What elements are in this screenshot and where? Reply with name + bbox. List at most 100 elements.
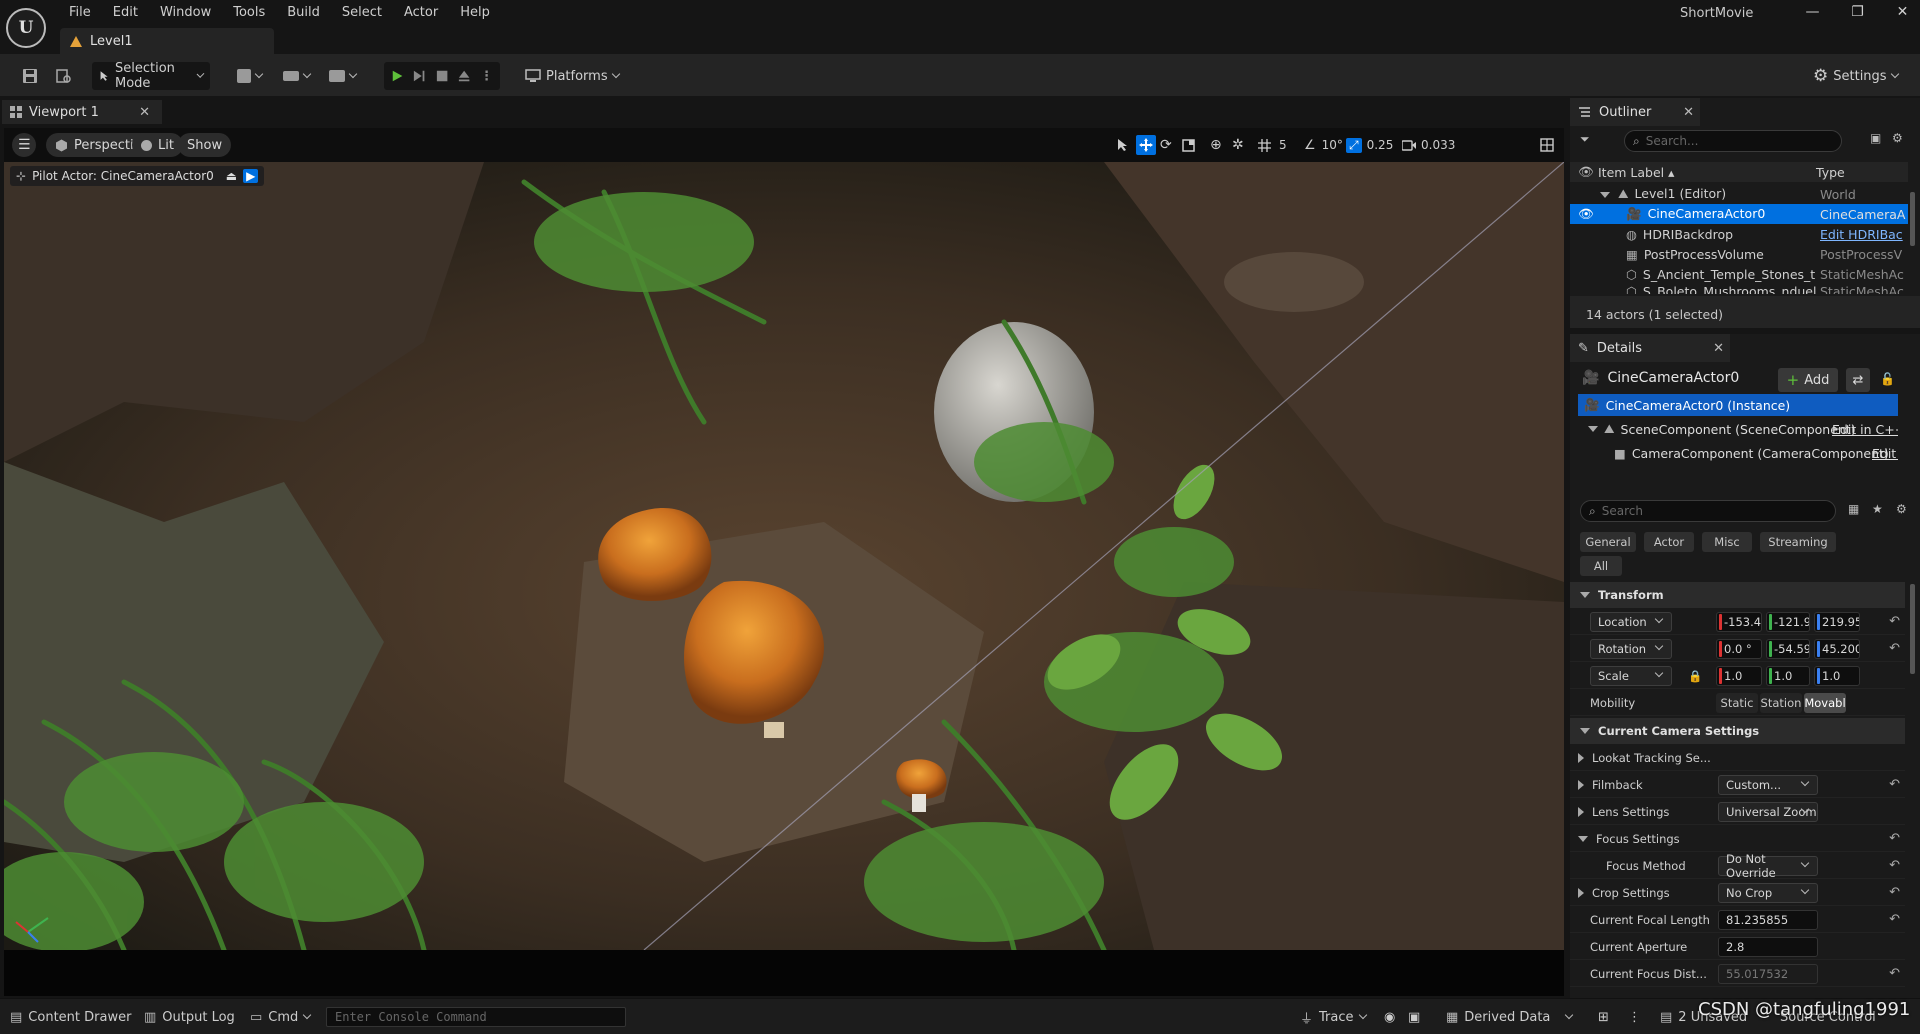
menu-actor[interactable]: Actor — [393, 5, 449, 20]
outliner-search[interactable]: ⌕ Search... — [1624, 130, 1842, 152]
filmback-dropdown[interactable]: Custom... — [1718, 774, 1818, 795]
scale-tool-icon[interactable] — [1182, 135, 1195, 155]
rotate-tool-icon[interactable]: ⟳ — [1160, 135, 1172, 155]
reset-focus-distance-icon[interactable]: ↶ — [1889, 966, 1900, 981]
outliner-row[interactable]: ◍ HDRIBackdrop Edit HDRIBac — [1570, 224, 1908, 244]
details-tab[interactable]: ✎ Details ✕ — [1570, 334, 1730, 362]
rotation-snap-toggle[interactable]: ∠ 10° — [1304, 135, 1343, 155]
close-outliner-icon[interactable]: ✕ — [1683, 105, 1694, 120]
details-scrollbar[interactable] — [1910, 584, 1915, 674]
menu-file[interactable]: File — [58, 5, 102, 20]
browse-content-icon[interactable] — [48, 62, 80, 90]
visibility-icon[interactable]: 👁 — [1578, 206, 1594, 222]
location-y-field[interactable]: -121.9 — [1766, 611, 1810, 632]
camera-speed-button[interactable]: 0.033 — [1402, 135, 1455, 155]
add-folder-icon[interactable]: ▣ — [1870, 131, 1881, 145]
lookat-row[interactable]: Lookat Tracking Se... — [1570, 745, 1905, 771]
derived-data-dropdown[interactable]: ▦ Derived Data — [1446, 1007, 1574, 1027]
filter-general[interactable]: General — [1580, 532, 1636, 552]
more-options-icon[interactable]: ⋮ — [480, 69, 493, 84]
cmd-dropdown[interactable]: ▭ Cmd — [250, 1007, 312, 1027]
level-tab[interactable]: Level1 — [60, 28, 274, 54]
location-x-field[interactable]: -153.47 — [1716, 611, 1762, 632]
menu-help[interactable]: Help — [449, 5, 501, 20]
location-z-field[interactable]: 219.956 — [1814, 611, 1860, 632]
filter-streaming[interactable]: Streaming — [1760, 532, 1836, 552]
rotation-z-field[interactable]: 45.200 — [1814, 638, 1860, 659]
blueprint-dropdown[interactable] — [276, 62, 317, 90]
outliner-row[interactable]: ⛰ Level1 (Editor) World — [1570, 184, 1908, 204]
focus-method-dropdown[interactable]: Do Not Override — [1718, 852, 1818, 880]
unreal-logo-icon[interactable]: U — [6, 8, 46, 48]
viewport-tab[interactable]: Viewport 1 ✕ — [2, 100, 162, 124]
restore-icon[interactable]: ❐ — [1835, 1, 1880, 23]
outliner-row[interactable]: ▦ PostProcessVolume PostProcessV — [1570, 244, 1908, 264]
viewport-layout-icon[interactable] — [1540, 135, 1554, 155]
details-search[interactable]: ⌕ Search — [1580, 500, 1836, 522]
content-drawer-button[interactable]: ▤ Content Drawer — [10, 1007, 131, 1027]
step-icon[interactable] — [413, 69, 425, 83]
menu-tools[interactable]: Tools — [222, 5, 276, 20]
close-window-icon[interactable]: ✕ — [1880, 1, 1920, 23]
scale-z-field[interactable]: 1.0 — [1814, 665, 1860, 686]
selection-mode-dropdown[interactable]: Selection Mode — [92, 61, 210, 91]
outliner-scrollbar[interactable] — [1910, 192, 1915, 246]
reset-focus-icon[interactable]: ↶ — [1889, 831, 1900, 846]
rotation-dropdown[interactable]: Rotation — [1590, 638, 1672, 659]
rotation-y-field[interactable]: -54.59 — [1766, 638, 1810, 659]
save-icon[interactable] — [14, 62, 46, 90]
menu-edit[interactable]: Edit — [102, 5, 149, 20]
component-row-camera[interactable]: ■ CameraComponent (CameraComponent) Edit… — [1578, 442, 1898, 464]
platforms-dropdown[interactable]: Platforms — [518, 62, 626, 90]
crop-settings-dropdown[interactable]: No Crop — [1718, 882, 1818, 903]
close-tab-icon[interactable]: ✕ — [139, 105, 150, 120]
output-log-button[interactable]: ▥ Output Log — [144, 1007, 235, 1027]
trace-dropdown[interactable]: ⏚ Trace — [1300, 1007, 1367, 1027]
move-tool-icon[interactable] — [1136, 135, 1156, 155]
outliner-settings-icon[interactable]: ⚙ — [1892, 131, 1903, 145]
surface-snap-icon[interactable]: ✲ — [1232, 135, 1244, 155]
scale-y-field[interactable]: 1.0 — [1766, 665, 1810, 686]
status-more-icon[interactable]: ⋮ — [1628, 1007, 1641, 1027]
menu-window[interactable]: Window — [149, 5, 222, 20]
outliner-row[interactable]: ⬡ S_Ancient_Temple_Stones_t StaticMeshAc — [1570, 264, 1908, 284]
viewport-scene-image[interactable]: ⊹ Pilot Actor: CineCameraActor0 ⏏ ▶ — [4, 162, 1564, 950]
menu-select[interactable]: Select — [331, 5, 393, 20]
scale-dropdown[interactable]: Scale — [1590, 665, 1672, 686]
close-details-icon[interactable]: ✕ — [1713, 341, 1724, 356]
favorite-star-icon[interactable]: ★ — [1872, 502, 1883, 516]
record-icon[interactable]: ◉ — [1384, 1007, 1395, 1027]
snapshot-icon[interactable]: ▣ — [1408, 1007, 1420, 1027]
cinematics-dropdown[interactable] — [322, 62, 363, 90]
location-dropdown[interactable]: Location — [1590, 611, 1672, 632]
reset-focus-method-icon[interactable]: ↶ — [1889, 858, 1900, 873]
mobility-movable[interactable]: Movabl — [1804, 693, 1846, 713]
transform-section[interactable]: Transform — [1570, 582, 1905, 608]
minimize-icon[interactable]: — — [1790, 1, 1835, 23]
lock-icon[interactable]: 🔓 — [1880, 372, 1895, 386]
mobility-stationary[interactable]: Station — [1760, 693, 1802, 713]
component-row-instance[interactable]: 🎥 CineCameraActor0 (Instance) — [1578, 394, 1898, 416]
camera-settings-section[interactable]: Current Camera Settings — [1570, 718, 1905, 744]
reset-location-icon[interactable]: ↶ — [1889, 614, 1900, 629]
viewport-menu-icon[interactable]: ☰ — [12, 133, 36, 157]
stop-icon[interactable] — [436, 69, 448, 83]
scale-snap-toggle[interactable]: ⤢ 0.25 — [1346, 135, 1393, 155]
col-type-header[interactable]: Type — [1816, 165, 1845, 180]
aperture-field[interactable]: 2.8 — [1718, 936, 1818, 957]
filter-all[interactable]: All — [1580, 556, 1622, 576]
lens-settings-dropdown[interactable]: Universal Zoom — [1718, 801, 1818, 822]
focal-length-field[interactable]: 81.235855 — [1718, 909, 1818, 930]
reset-focal-length-icon[interactable]: ↶ — [1889, 912, 1900, 927]
add-component-button[interactable]: + Add — [1778, 368, 1838, 392]
outliner-tab[interactable]: Outliner ✕ — [1570, 98, 1700, 126]
component-row-scene[interactable]: ⛰ SceneComponent (SceneComponent) Edit i… — [1578, 418, 1898, 440]
eject-pilot-icon[interactable]: ⏏ — [226, 169, 237, 183]
resource-icon[interactable]: ⊞ — [1598, 1007, 1609, 1027]
focus-settings-row[interactable]: Focus Settings ↶ — [1570, 826, 1905, 852]
rotation-x-field[interactable]: 0.0 ° — [1716, 638, 1762, 659]
edit-cpp-link[interactable]: Edit in C++ — [1832, 422, 1898, 437]
reset-rotation-icon[interactable]: ↶ — [1889, 641, 1900, 656]
add-actor-dropdown[interactable] — [230, 62, 269, 90]
select-tool-icon[interactable] — [1116, 135, 1130, 155]
